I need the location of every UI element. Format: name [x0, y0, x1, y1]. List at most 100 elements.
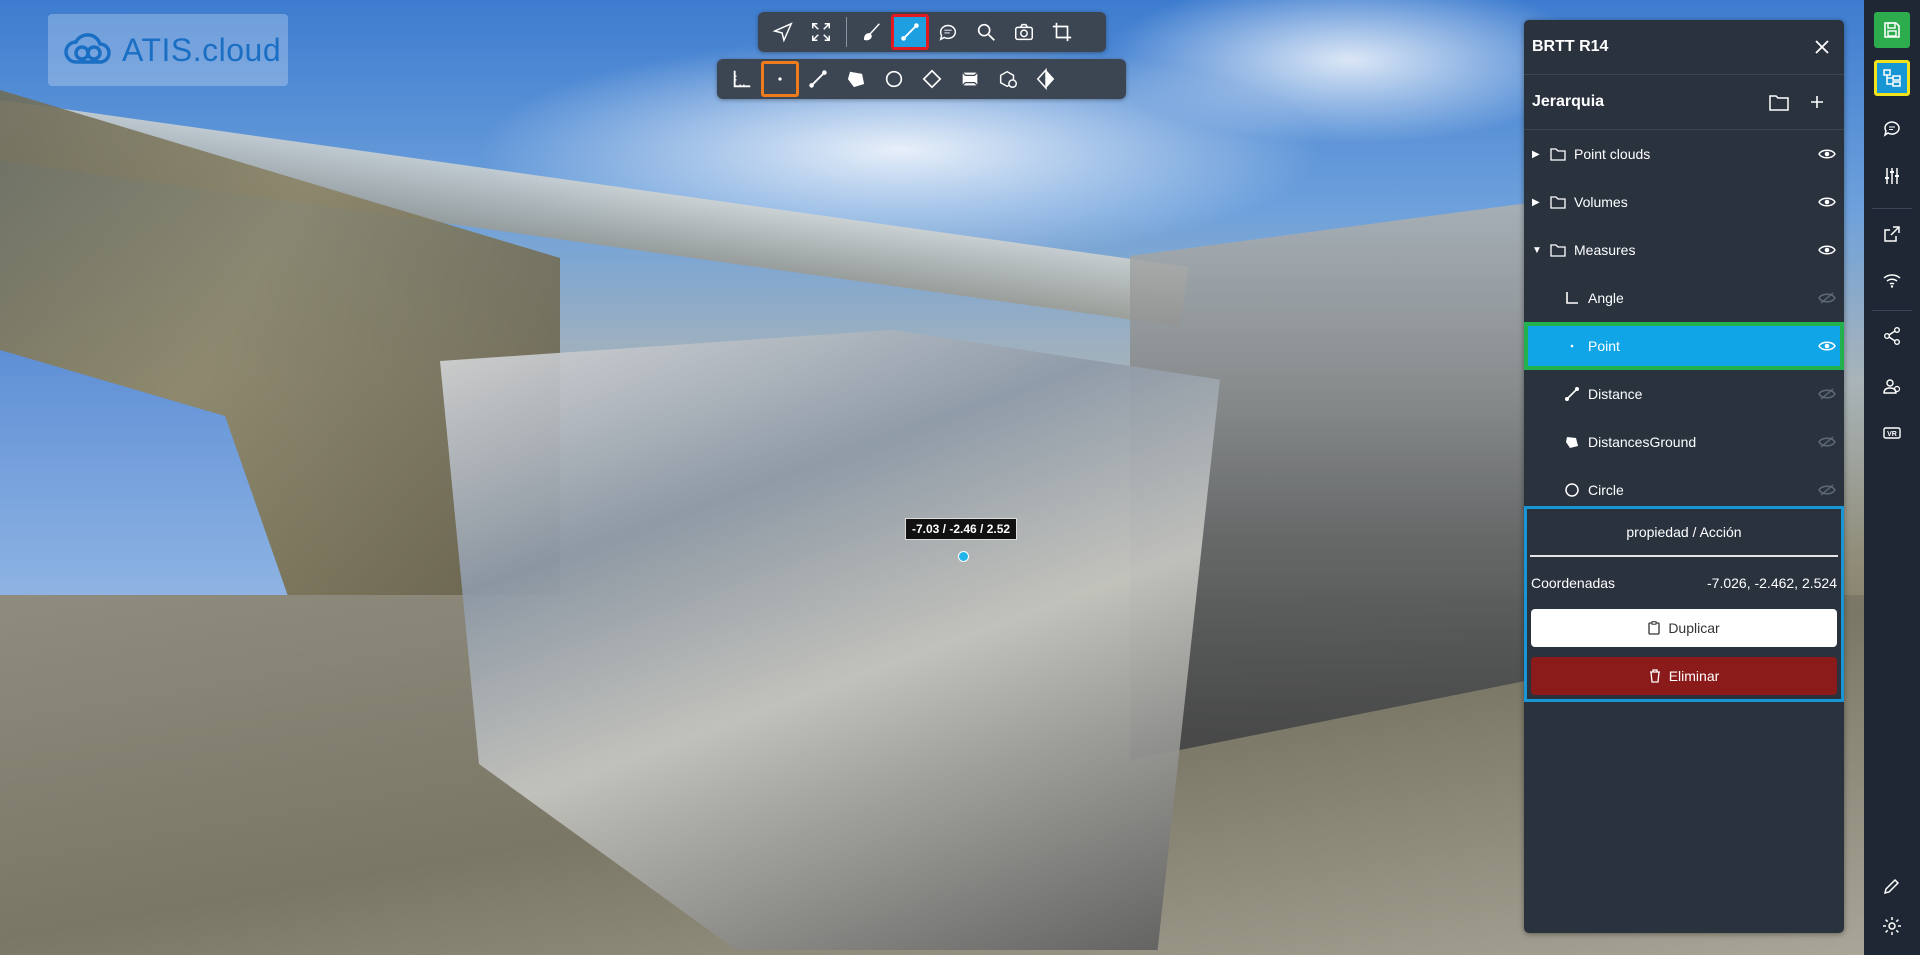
expand-caret-icon[interactable]: ▶: [1524, 197, 1548, 208]
tree-item-measures[interactable]: ▼ Measures: [1524, 226, 1844, 274]
measure-toolbar: [717, 59, 1126, 99]
screenshot-tool-button[interactable]: [1005, 14, 1043, 50]
contrast-tool-button[interactable]: [1027, 61, 1065, 97]
circle-icon: [1562, 480, 1582, 500]
profile-tool-button[interactable]: [989, 61, 1027, 97]
new-folder-button[interactable]: [1760, 87, 1798, 117]
delete-label: Eliminar: [1668, 668, 1720, 684]
tree-item-point-clouds[interactable]: ▶ Point clouds: [1524, 130, 1844, 178]
folder-icon: [1548, 144, 1568, 164]
visibility-eye-icon[interactable]: [1810, 244, 1844, 256]
point-coordinate-label: -7.03 / -2.46 / 2.52: [905, 518, 1018, 540]
share-button[interactable]: [1874, 318, 1910, 354]
connection-button[interactable]: [1874, 262, 1910, 298]
duplicate-button[interactable]: Duplicar: [1531, 609, 1837, 647]
brush-tool-button[interactable]: [853, 14, 891, 50]
navigate-tool-button[interactable]: [764, 14, 802, 50]
tree-item-label: Distance: [1588, 386, 1643, 402]
measure-point-marker[interactable]: [958, 551, 969, 562]
diamond-tool-button[interactable]: [913, 61, 951, 97]
crop-icon: [1052, 22, 1072, 42]
save-button[interactable]: [1874, 12, 1910, 48]
export-icon: [1884, 226, 1900, 242]
panel-title: BRTT R14: [1532, 38, 1609, 55]
right-rail: VR: [1864, 0, 1920, 955]
pencil-icon: [1883, 878, 1900, 895]
volume-tool-button[interactable]: [951, 61, 989, 97]
area-icon: [1562, 432, 1582, 452]
svg-text:VR: VR: [1887, 431, 1897, 438]
area-tool-button[interactable]: [837, 61, 875, 97]
add-item-button[interactable]: [1798, 87, 1836, 117]
tree-item-angle[interactable]: Angle: [1524, 274, 1844, 322]
edit-button[interactable]: [1874, 868, 1910, 904]
distance-icon: [1562, 384, 1582, 404]
hierarchy-icon: [1883, 69, 1901, 87]
visibility-eye-icon[interactable]: [1810, 340, 1844, 352]
tree-item-distancesground[interactable]: DistancesGround: [1524, 418, 1844, 466]
hierarchy-header: Jerarquia: [1524, 75, 1844, 130]
crop-tool-button[interactable]: [1043, 14, 1081, 50]
visibility-eye-off-icon[interactable]: [1810, 388, 1844, 400]
delete-button[interactable]: Eliminar: [1531, 657, 1837, 695]
search-tool-button[interactable]: [967, 14, 1005, 50]
comment-icon: [939, 24, 957, 41]
visibility-eye-icon[interactable]: [1810, 148, 1844, 160]
clipboard-icon: [1648, 621, 1660, 635]
panel-header: BRTT R14: [1524, 20, 1844, 75]
collapse-caret-icon[interactable]: ▼: [1524, 245, 1548, 256]
area-icon: [847, 71, 865, 88]
visibility-eye-icon[interactable]: [1810, 196, 1844, 208]
tree-item-label: Angle: [1588, 290, 1624, 306]
tree-item-distance[interactable]: Distance: [1524, 370, 1844, 418]
camera-icon: [1015, 23, 1033, 41]
users-button[interactable]: [1874, 368, 1910, 404]
angle-icon: [733, 70, 751, 88]
brush-icon: [863, 23, 880, 41]
circle-icon: [885, 70, 903, 88]
distance-tool-button[interactable]: [799, 61, 837, 97]
properties-header: propiedad / Acción: [1530, 509, 1838, 557]
settings-sliders-button[interactable]: [1874, 158, 1910, 194]
measure-icon: [901, 23, 919, 41]
comments-icon: [1883, 121, 1900, 137]
logo-text: ATIS.cloud: [122, 31, 282, 68]
angle-icon: [1562, 288, 1582, 308]
close-panel-button[interactable]: [1808, 33, 1836, 61]
expand-caret-icon[interactable]: ▶: [1524, 149, 1548, 160]
wifi-icon: [1883, 274, 1901, 288]
main-toolbar: [758, 12, 1106, 52]
hierarchy-tree: ▶ Point clouds ▶ Volumes ▼ Measures Angl…: [1524, 130, 1844, 504]
angle-tool-button[interactable]: [723, 61, 761, 97]
navigate-icon: [772, 22, 793, 43]
point-tool-button[interactable]: [761, 61, 799, 97]
point-icon: [778, 77, 782, 81]
point-icon: [1562, 336, 1582, 356]
visibility-eye-off-icon[interactable]: [1810, 292, 1844, 304]
tree-item-volumes[interactable]: ▶ Volumes: [1524, 178, 1844, 226]
volume-icon: [962, 72, 978, 86]
tree-item-point[interactable]: Point: [1524, 322, 1844, 370]
hierarchy-title: Jerarquia: [1532, 93, 1605, 110]
hierarchy-panel-button[interactable]: [1874, 60, 1910, 96]
export-button[interactable]: [1874, 216, 1910, 252]
comments-panel-button[interactable]: [1874, 110, 1910, 146]
tree-item-circle[interactable]: Circle: [1524, 466, 1844, 504]
vr-button[interactable]: VR: [1874, 415, 1910, 451]
folder-icon: [1548, 240, 1568, 260]
settings-button[interactable]: [1874, 908, 1910, 944]
rail-divider: [1872, 208, 1912, 209]
plus-icon: [1811, 96, 1823, 108]
coordinates-row: Coordenadas -7.026, -2.462, 2.524: [1527, 557, 1841, 609]
fullscreen-tool-button[interactable]: [802, 14, 840, 50]
visibility-eye-off-icon[interactable]: [1810, 436, 1844, 448]
circle-tool-button[interactable]: [875, 61, 913, 97]
measure-tool-button[interactable]: [891, 14, 929, 50]
folder-icon: [1769, 95, 1789, 111]
comment-tool-button[interactable]: [929, 14, 967, 50]
tree-item-label: Circle: [1588, 482, 1624, 498]
search-icon: [977, 23, 995, 41]
folder-icon: [1548, 192, 1568, 212]
visibility-eye-off-icon[interactable]: [1810, 484, 1844, 496]
settings-sliders-icon: [1885, 168, 1899, 184]
